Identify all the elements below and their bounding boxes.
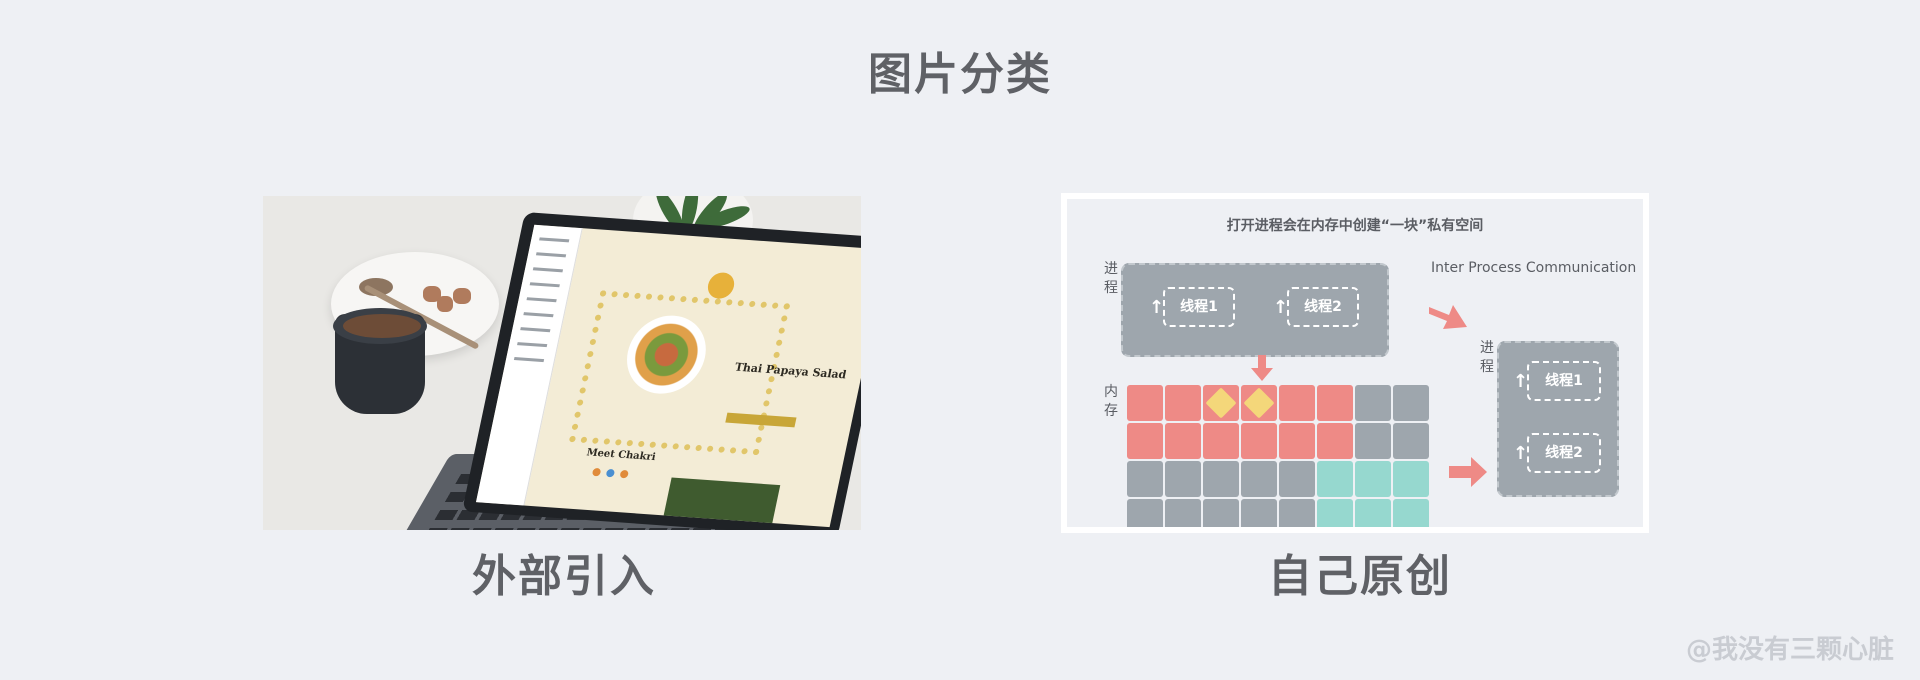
thread-1: ↑ 线程1 bbox=[1513, 361, 1601, 401]
thread-2: ↑ 线程2 bbox=[1273, 287, 1359, 327]
memory-cell bbox=[1355, 423, 1391, 459]
up-arrow-icon: ↑ bbox=[1513, 443, 1529, 464]
dot bbox=[619, 469, 629, 479]
thread-label: 线程1 bbox=[1545, 373, 1583, 389]
recipe-subheading: Meet Chakri bbox=[585, 447, 657, 464]
memory-cell bbox=[1317, 461, 1353, 497]
down-arrow-icon bbox=[1251, 355, 1273, 381]
memory-cell bbox=[1203, 499, 1239, 527]
laptop-screen: Thai Papaya Salad Meet Chakri bbox=[462, 212, 861, 530]
memory-cell bbox=[1393, 499, 1429, 527]
dot bbox=[591, 467, 602, 477]
memory-cell bbox=[1355, 385, 1391, 421]
watermark: @我没有三颗心脏 bbox=[1685, 635, 1894, 665]
memory-cell bbox=[1355, 461, 1391, 497]
chicken-logo bbox=[705, 271, 737, 300]
shared-block-icon bbox=[1205, 387, 1237, 419]
memory-cell bbox=[1203, 385, 1239, 421]
memory-cell bbox=[1241, 385, 1277, 421]
memory-cell bbox=[1127, 423, 1163, 459]
memory-cell bbox=[1165, 423, 1201, 459]
memory-cell bbox=[1355, 499, 1391, 527]
external-photo: Thai Papaya Salad Meet Chakri bbox=[263, 196, 861, 530]
memory-cell bbox=[1317, 499, 1353, 527]
diagram-canvas: 打开进程会在内存中创建“一块”私有空间 Inter Process Commun… bbox=[1067, 199, 1643, 527]
up-arrow-icon: ↑ bbox=[1513, 371, 1529, 392]
memory-cell bbox=[1317, 423, 1353, 459]
memory-cell bbox=[1165, 461, 1201, 497]
memory-cell bbox=[1127, 499, 1163, 527]
thread-label: 线程2 bbox=[1545, 445, 1583, 461]
laptop-display: Thai Papaya Salad Meet Chakri bbox=[475, 224, 861, 528]
thread-2: ↑ 线程2 bbox=[1513, 433, 1601, 473]
memory-cell bbox=[1203, 461, 1239, 497]
memory-cell bbox=[1279, 499, 1315, 527]
nut bbox=[437, 296, 453, 312]
memory-cell bbox=[1165, 385, 1201, 421]
memory-cell bbox=[1241, 423, 1277, 459]
up-arrow-icon: ↑ bbox=[1149, 297, 1165, 318]
memory-cell bbox=[1203, 423, 1239, 459]
app-sidebar bbox=[475, 224, 583, 506]
memory-cell bbox=[1279, 461, 1315, 497]
diagram-title: 打开进程会在内存中创建“一块”私有空间 bbox=[1226, 218, 1484, 234]
memory-cell bbox=[1165, 499, 1201, 527]
memory-cell bbox=[1393, 461, 1429, 497]
page-title: 图片分类 bbox=[868, 49, 1052, 100]
memory-cell bbox=[1241, 461, 1277, 497]
left-caption: 外部引入 bbox=[472, 551, 656, 602]
thread-label: 线程2 bbox=[1304, 299, 1342, 315]
process-a: ↑ 线程1 ↑ 线程2 bbox=[1121, 263, 1389, 357]
up-arrow-icon: ↑ bbox=[1273, 297, 1289, 318]
memory-arrow-icon bbox=[1449, 457, 1487, 487]
thread-1: ↑ 线程1 bbox=[1149, 287, 1235, 327]
memory-label: 内存 bbox=[1104, 384, 1118, 419]
memory-cell bbox=[1393, 385, 1429, 421]
memory-cell bbox=[1393, 423, 1429, 459]
dot bbox=[605, 468, 616, 478]
right-caption: 自己原创 bbox=[1268, 551, 1452, 602]
memory-cell bbox=[1127, 385, 1163, 421]
memory-cell bbox=[1241, 499, 1277, 527]
process-diagram: 打开进程会在内存中创建“一块”私有空间 Inter Process Commun… bbox=[1061, 193, 1649, 533]
process-b: ↑ 线程1 ↑ 线程2 bbox=[1497, 341, 1619, 497]
process-label-b: 进程 bbox=[1480, 340, 1494, 375]
coffee bbox=[343, 314, 421, 338]
memory-cell bbox=[1279, 385, 1315, 421]
food-photo bbox=[659, 477, 781, 528]
ipc-arrow-icon bbox=[1429, 305, 1467, 329]
thread-label: 线程1 bbox=[1180, 299, 1218, 315]
memory-cell bbox=[1127, 461, 1163, 497]
memory-grid bbox=[1127, 385, 1429, 527]
memory-cell bbox=[1279, 423, 1315, 459]
ipc-label: Inter Process Communication bbox=[1431, 260, 1637, 276]
nut bbox=[453, 288, 471, 304]
process-label: 进程 bbox=[1104, 261, 1118, 296]
shared-block-icon bbox=[1243, 387, 1275, 419]
memory-cell bbox=[1317, 385, 1353, 421]
